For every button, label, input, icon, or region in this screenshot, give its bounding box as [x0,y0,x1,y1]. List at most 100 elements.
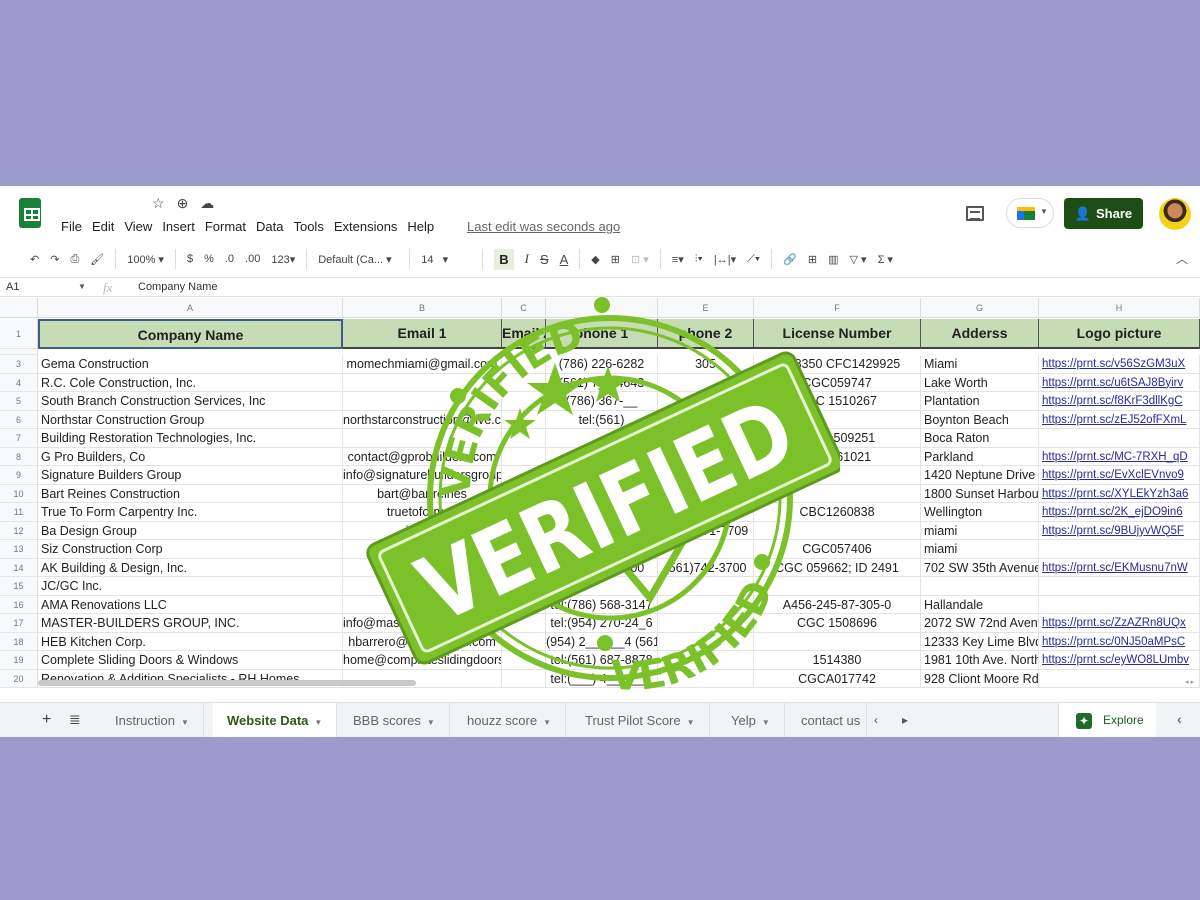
table-cell[interactable]: contact@gprobuilders.com [343,447,502,466]
table-cell[interactable] [502,595,546,614]
column-header-g[interactable]: G [921,298,1039,318]
table-cell[interactable]: truetoformca [343,503,502,522]
table-cell[interactable]: Plantation [921,392,1039,411]
row-header[interactable]: 4 [0,373,38,392]
scroll-arrows-icon[interactable]: ◂ ▸ [1185,678,1194,686]
table-cell[interactable] [754,466,921,485]
table-cell[interactable]: (954) 2__ - __4 (561) 450 - 7971 [546,632,658,651]
table-cell[interactable] [502,466,546,485]
cell-link[interactable]: https://prnt.sc/u6tSAJ8Byirv [1039,373,1200,392]
text-wrapping-icon[interactable]: |↔|▾ [714,253,736,266]
insert-link-icon[interactable]: 🔗 [783,253,797,266]
table-cell[interactable]: northstarconstruction@live.com [343,410,502,429]
table-cell[interactable] [921,577,1039,596]
table-cell[interactable] [658,577,754,596]
table-cell[interactable]: MASTER-BUILDERS GROUP, INC. [38,614,343,633]
table-cell[interactable]: Wellington [921,503,1039,522]
table-cell[interactable]: HEB Kitchen Corp. [38,632,343,651]
table-cell[interactable] [502,373,546,392]
table-cell[interactable]: 305 [658,355,754,374]
chevron-down-icon[interactable]: ▼ [427,718,435,727]
table-cell[interactable] [754,577,921,596]
decrease-decimal-button[interactable]: .0 [225,253,234,265]
cloud-status-icon[interactable]: ☁ [200,195,214,212]
table-cell[interactable]: CGC1509251 [754,429,921,448]
table-cell[interactable]: Parkland [921,447,1039,466]
table-cell[interactable] [754,484,921,503]
table-cell[interactable] [502,540,546,559]
table-cell[interactable] [502,669,546,688]
table-cell[interactable] [658,429,754,448]
table-cell[interactable]: tel:(561) [546,410,658,429]
print-icon[interactable]: ⎙ [70,253,79,266]
table-cell[interactable]: R.C. Cole Construction, Inc. [38,373,343,392]
table-cell[interactable] [502,484,546,503]
table-cell[interactable]: True To Form Carpentry Inc. [38,503,343,522]
row-header[interactable]: 14 [0,558,38,577]
table-cell[interactable]: Hallandale [921,595,1039,614]
table-cell[interactable]: home@completeslidingdoors.com [343,651,502,670]
table-cell[interactable]: Northstar Construction Group [38,410,343,429]
table-cell[interactable] [343,373,502,392]
table-cell[interactable]: Siz Construction Corp [38,540,343,559]
table-cell[interactable] [1039,577,1200,596]
table-cell[interactable]: Lake Worth [921,373,1039,392]
undo-icon[interactable]: ↶ [30,253,39,266]
table-cell[interactable] [546,577,658,596]
column-header-b[interactable]: B [343,298,502,318]
last-edit-link[interactable]: Last edit was seconds ago [467,219,620,234]
table-cell[interactable]: tel:(561) 687-8878 [546,651,658,670]
table-cell[interactable] [658,651,754,670]
table-cell[interactable]: hbarrero@hebkitchen.com [343,632,502,651]
table-cell[interactable]: Building Restoration Technologies, Inc. [38,429,343,448]
table-cell[interactable]: CBC1260838 [754,503,921,522]
row-header[interactable]: 5 [0,392,38,411]
table-cell[interactable] [1039,669,1200,688]
bold-button[interactable]: B [494,248,514,270]
row-header[interactable]: 7 [0,429,38,448]
add-sheet-icon[interactable]: + [42,711,51,729]
header-cell-f[interactable]: License Number [754,319,921,349]
table-cell[interactable]: AK Building & Design, Inc. [38,558,343,577]
row-header[interactable]: 16 [0,595,38,614]
table-cell[interactable] [754,521,921,540]
name-box[interactable]: A1 [6,281,19,293]
table-cell[interactable] [502,614,546,633]
horizontal-scrollbar[interactable] [38,680,416,686]
table-cell[interactable]: __4 9099 [658,484,754,503]
table-cell[interactable]: G Pro Builders, Co [38,447,343,466]
table-cell[interactable]: cbc1261021 [754,447,921,466]
table-cell[interactable]: CGC 1508696 [754,614,921,633]
table-cell[interactable] [754,410,921,429]
table-cell[interactable]: (786) 367-__ [546,392,658,411]
table-cell[interactable]: CGC 059662; ID 2491 [754,558,921,577]
table-cell[interactable] [658,540,754,559]
menu-edit[interactable]: Edit [92,219,114,234]
table-cell[interactable]: CGC 1510267 [754,392,921,411]
strikethrough-button[interactable]: S [540,252,549,267]
scroll-tabs-left-icon[interactable]: ‹ [874,703,878,737]
table-cell[interactable]: 1514380 [754,651,921,670]
chevron-up-icon[interactable]: ︿ [1176,250,1188,267]
table-cell[interactable] [658,410,754,429]
table-cell[interactable]: 1508350 CFC1429925 [754,355,921,374]
row-header[interactable]: 12 [0,521,38,540]
sheet-tab[interactable]: BBB scores ▼ [339,703,450,737]
horizontal-align-icon[interactable]: ≡▾ [672,253,684,266]
table-cell[interactable]: (561)742-3700 [658,558,754,577]
formula-input[interactable]: Company Name [138,281,217,293]
cell-link[interactable]: https://prnt.sc/zEJ52ofFXmL [1039,410,1200,429]
table-cell[interactable] [502,577,546,596]
column-header-h[interactable]: H [1039,298,1200,318]
zoom-select[interactable]: 100% ▾ [127,253,164,266]
row-header[interactable]: 3 [0,355,38,374]
cell-link[interactable]: https://prnt.sc/ZzAZRn8UQx [1039,614,1200,633]
table-cell[interactable] [502,447,546,466]
table-cell[interactable]: miami [921,521,1039,540]
menu-insert[interactable]: Insert [162,219,195,234]
table-cell[interactable] [658,669,754,688]
sheet-tab[interactable]: Website Data ▼ [213,703,338,737]
more-formats-button[interactable]: 123▾ [271,253,295,266]
font-select[interactable]: Default (Ca... ▾ [318,253,398,266]
table-cell[interactable]: Miami [921,355,1039,374]
